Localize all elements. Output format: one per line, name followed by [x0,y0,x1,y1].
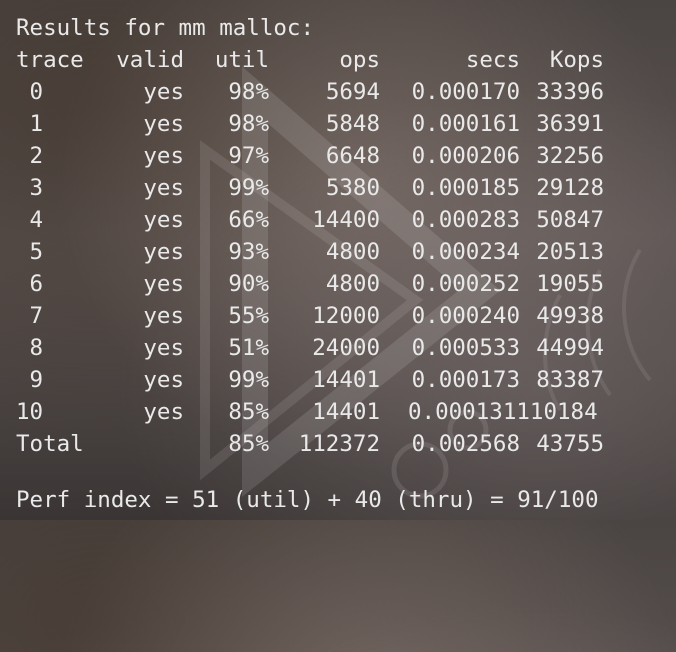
total-secs: 0.002568 [411,431,520,457]
valid-value: yes [143,175,184,201]
ops-value: 5380 [325,175,380,201]
util-value: 55% [228,303,269,329]
table-row: 6 yes 90% 4800 0.000252 19055 [0,268,676,300]
header-secs: secs [465,47,520,73]
kops-value: 50847 [536,207,604,233]
trace-id: 0 [16,79,44,105]
secs-value: 0.000206 [411,143,520,169]
trace-id: 8 [16,335,44,361]
ops-value: 14400 [312,207,380,233]
ops-value: 4800 [325,239,380,265]
kops-value: 83387 [536,367,604,393]
util-value: 66% [228,207,269,233]
header-util: util [214,47,269,73]
ops-value: 24000 [312,335,380,361]
total-row: Total 85% 112372 0.002568 43755 [0,428,676,460]
kops-value: 49938 [536,303,604,329]
kops-value: 29128 [536,175,604,201]
table-row: 9 yes 99% 14401 0.000173 83387 [0,364,676,396]
table-row: 1 yes 98% 5848 0.000161 36391 [0,108,676,140]
util-value: 98% [228,111,269,137]
secs-value: 0.000173 [411,367,520,393]
header-ops: ops [339,47,380,73]
valid-value: yes [143,143,184,169]
kops-value: 33396 [536,79,604,105]
kops-value: 36391 [536,111,604,137]
table-row: 8 yes 51% 24000 0.000533 44994 [0,332,676,364]
secs-value: 0.000170 [411,79,520,105]
kops-value: 44994 [536,335,604,361]
table-row: 4 yes 66% 14400 0.000283 50847 [0,204,676,236]
perf-index-line: Perf index = 51 (util) + 40 (thru) = 91/… [0,484,676,516]
valid-value: yes [143,303,184,329]
ops-value: 5694 [325,79,380,105]
table-row: 0 yes 98% 5694 0.000170 33396 [0,76,676,108]
trace-id: 2 [16,143,44,169]
total-kops: 43755 [536,431,604,457]
secs-value: 0.000185 [411,175,520,201]
total-ops: 112372 [298,431,380,457]
ops-value: 12000 [312,303,380,329]
valid-value: yes [143,111,184,137]
valid-value: yes [143,207,184,233]
secs-value: 0.000240 [411,303,520,329]
secs-value: 0.000252 [411,271,520,297]
util-value: 99% [228,367,269,393]
header-kops: Kops [549,47,604,73]
trace-id: 10 [16,399,44,425]
perf-index: Perf index = 51 (util) + 40 (thru) = 91/… [16,487,599,513]
table-header-row: trace valid util ops secs Kops [0,44,676,76]
terminal-output: Results for mm malloc: trace valid util … [0,0,676,520]
util-value: 98% [228,79,269,105]
secs-value: 0.000283 [411,207,520,233]
util-value: 99% [228,175,269,201]
ops-value: 4800 [325,271,380,297]
trace-id: 6 [16,271,44,297]
table-row: 5 yes 93% 4800 0.000234 20513 [0,236,676,268]
util-value: 93% [228,239,269,265]
results-title: Results for mm malloc: [16,15,315,41]
valid-value: yes [143,239,184,265]
kops-value: 20513 [536,239,604,265]
header-trace: trace [16,47,84,73]
ops-value: 14401 [312,399,380,425]
secs-value: 0.000533 [411,335,520,361]
ops-value: 14401 [312,367,380,393]
table-row: 2 yes 97% 6648 0.000206 32256 [0,140,676,172]
valid-value: yes [143,335,184,361]
util-value: 85% [228,399,269,425]
trace-id: 1 [16,111,44,137]
valid-value: yes [143,271,184,297]
valid-value: yes [143,367,184,393]
total-label: Total [16,431,84,457]
valid-value: yes [143,399,184,425]
ops-value: 5848 [325,111,380,137]
util-value: 97% [228,143,269,169]
trace-id: 5 [16,239,44,265]
trace-id: 4 [16,207,44,233]
trace-id: 3 [16,175,44,201]
ops-value: 6648 [325,143,380,169]
total-util: 85% [228,431,269,457]
table-row: 7 yes 55% 12000 0.000240 49938 [0,300,676,332]
table-row: 3 yes 99% 5380 0.000185 29128 [0,172,676,204]
secs-value: 0.000161 [411,111,520,137]
secs-value: 0.000234 [411,239,520,265]
secs-kops-merged-value: 0.000131110184 [408,399,598,425]
util-value: 51% [228,335,269,361]
kops-value: 32256 [536,143,604,169]
header-valid: valid [116,47,184,73]
valid-value: yes [143,79,184,105]
results-title-line: Results for mm malloc: [0,12,676,44]
trace-id: 9 [16,367,44,393]
trace-id: 7 [16,303,44,329]
util-value: 90% [228,271,269,297]
table-row: 10 yes 85% 14401 0.000131110184 [0,396,676,428]
kops-value: 19055 [536,271,604,297]
